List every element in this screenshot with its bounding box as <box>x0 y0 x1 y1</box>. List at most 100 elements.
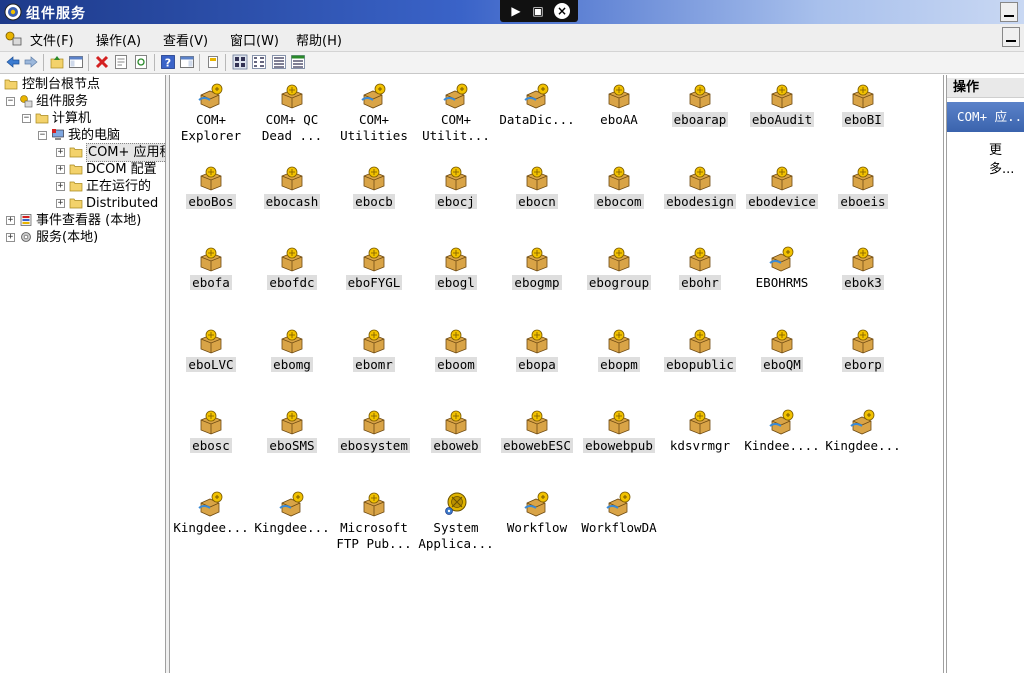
new-window-icon[interactable] <box>205 54 221 70</box>
expand-icon[interactable]: + <box>56 199 65 208</box>
com-application-item[interactable]: eboQM <box>741 324 823 404</box>
menu-file[interactable]: 文件(F) <box>30 30 74 49</box>
up-folder-icon[interactable] <box>49 54 65 70</box>
com-application-item[interactable]: Kingdee... <box>822 405 904 485</box>
com-application-item[interactable]: ebogl <box>415 242 497 322</box>
com-application-item[interactable]: ebowebpub <box>578 405 660 485</box>
console-tree[interactable]: 控制台根节点 − 组件服务 − 计算机 − 我的电脑 + COM+ 应用程 + … <box>0 75 166 673</box>
com-application-item[interactable]: ebopublic <box>659 324 741 404</box>
small-icons-view-icon[interactable] <box>251 54 267 70</box>
com-applications-list[interactable]: COM+ Explorer COM+ QC Dead ... COM+ Utilit… <box>170 75 944 673</box>
com-application-item[interactable]: ebodesign <box>659 161 741 241</box>
folder-icon <box>35 113 49 124</box>
collapse-icon[interactable]: − <box>38 131 47 140</box>
com-application-item[interactable]: Microsoft FTP Pub... <box>333 487 415 567</box>
com-app-package-icon <box>606 409 632 435</box>
com-application-item[interactable]: ebomr <box>333 324 415 404</box>
refresh-icon[interactable] <box>133 54 149 70</box>
com-application-item[interactable]: System Applica... <box>415 487 497 567</box>
com-application-item[interactable]: DataDic... <box>496 79 578 159</box>
com-application-item[interactable]: ebocj <box>415 161 497 241</box>
com-application-item[interactable]: ebocash <box>251 161 333 241</box>
com-application-item[interactable]: ebok3 <box>822 242 904 322</box>
more-actions-link[interactable]: 更多... <box>989 139 1024 177</box>
collapse-icon[interactable]: − <box>6 97 15 106</box>
com-application-item[interactable]: eboAudit <box>741 79 823 159</box>
actions-section-com-applications[interactable]: COM+ 应... <box>947 102 1024 132</box>
com-application-item[interactable]: eborp <box>822 324 904 404</box>
com-application-item[interactable]: ebodevice <box>741 161 823 241</box>
large-icons-view-icon[interactable] <box>232 54 248 70</box>
expand-icon[interactable]: + <box>56 148 65 157</box>
com-application-item[interactable]: eboAA <box>578 79 660 159</box>
com-application-item[interactable]: ebopm <box>578 324 660 404</box>
com-application-item[interactable]: ebosc <box>170 405 252 485</box>
show-hide-tree-icon[interactable] <box>68 54 84 70</box>
show-hide-action-pane-icon[interactable] <box>179 54 195 70</box>
pin-icon[interactable]: ▶ <box>508 3 524 19</box>
com-application-item[interactable]: ebogmp <box>496 242 578 322</box>
com-application-item[interactable]: ebofdc <box>251 242 333 322</box>
com-app-package-icon <box>198 328 224 354</box>
com-application-item[interactable]: WorkflowDA <box>578 487 660 567</box>
details-view-icon[interactable] <box>290 54 306 70</box>
mmc-document-icon[interactable] <box>4 29 22 47</box>
minimize-button[interactable] <box>1000 2 1018 22</box>
remote-desktop-connection-bar[interactable]: ▶ ▣ × <box>500 0 578 22</box>
com-application-item[interactable]: COM+ QC Dead ... <box>251 79 333 159</box>
document-minimize-button[interactable] <box>1002 27 1020 47</box>
properties-icon[interactable] <box>113 54 129 70</box>
com-application-item[interactable]: eboeis <box>822 161 904 241</box>
com-application-item[interactable]: eboBos <box>170 161 252 241</box>
com-application-item[interactable]: Kingdee... <box>251 487 333 567</box>
com-application-item[interactable]: eboarap <box>659 79 741 159</box>
delete-icon[interactable] <box>94 54 110 70</box>
com-app-package-icon <box>443 409 469 435</box>
menu-view[interactable]: 查看(V) <box>163 30 208 49</box>
com-application-item[interactable]: COM+ Explorer <box>170 79 252 159</box>
com-application-item[interactable]: eboSMS <box>251 405 333 485</box>
com-application-item[interactable]: eboom <box>415 324 497 404</box>
com-application-item[interactable]: ebocn <box>496 161 578 241</box>
com-application-item[interactable]: Workflow <box>496 487 578 567</box>
menu-window[interactable]: 窗口(W) <box>230 30 279 49</box>
expand-icon[interactable]: + <box>6 216 15 225</box>
com-application-item[interactable]: eboBI <box>822 79 904 159</box>
menu-action[interactable]: 操作(A) <box>96 30 141 49</box>
com-application-item[interactable]: EBOHRMS <box>741 242 823 322</box>
com-application-item[interactable]: Kingdee... <box>170 487 252 567</box>
com-application-item[interactable]: ebogroup <box>578 242 660 322</box>
close-icon[interactable]: × <box>554 3 570 19</box>
list-view-icon[interactable] <box>271 54 287 70</box>
collapse-icon[interactable]: − <box>22 114 31 123</box>
com-application-item[interactable]: ebomg <box>251 324 333 404</box>
com-application-item[interactable]: eboLVC <box>170 324 252 404</box>
com-application-item[interactable]: ebosystem <box>333 405 415 485</box>
com-application-item[interactable]: eboFYGL <box>333 242 415 322</box>
com-application-item[interactable]: ebocb <box>333 161 415 241</box>
com-application-item[interactable]: ebocom <box>578 161 660 241</box>
com-application-item[interactable]: ebofa <box>170 242 252 322</box>
com-application-item[interactable]: ebopa <box>496 324 578 404</box>
com-application-item[interactable]: COM+ Utilities <box>333 79 415 159</box>
com-app-package-icon <box>198 165 224 191</box>
folder-icon <box>69 198 83 209</box>
application-label: eboarap <box>671 112 729 127</box>
folder-icon <box>4 79 18 90</box>
com-application-item[interactable]: ebowebESC <box>496 405 578 485</box>
title-bar[interactable]: 组件服务 ▶ ▣ × <box>0 0 1024 24</box>
expand-icon[interactable]: + <box>6 233 15 242</box>
restore-screen-icon[interactable]: ▣ <box>530 3 546 19</box>
com-application-item[interactable]: kdsvrmgr <box>659 405 741 485</box>
expand-icon[interactable]: + <box>56 182 65 191</box>
help-icon[interactable]: ? <box>160 54 176 70</box>
com-application-item[interactable]: Kindee.... <box>741 405 823 485</box>
forward-icon[interactable] <box>23 54 39 70</box>
back-icon[interactable] <box>5 54 21 70</box>
expand-icon[interactable]: + <box>56 165 65 174</box>
menu-help[interactable]: 帮助(H) <box>296 30 342 49</box>
com-application-item[interactable]: ebohr <box>659 242 741 322</box>
com-application-item[interactable]: COM+ Utilit... <box>415 79 497 159</box>
com-application-item[interactable]: eboweb <box>415 405 497 485</box>
application-label: eboQM <box>761 357 803 372</box>
